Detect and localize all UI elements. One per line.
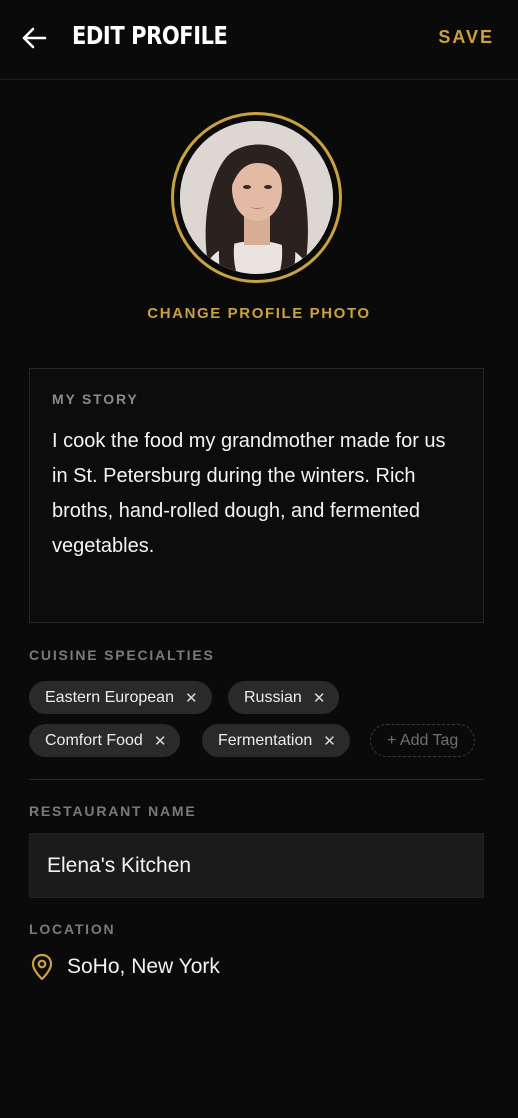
save-button[interactable]: SAVE — [438, 26, 494, 48]
restaurant-name-value: Elena's Kitchen — [47, 853, 192, 877]
tag-chip[interactable]: Eastern European ✕ — [29, 681, 212, 714]
remove-tag-icon[interactable]: ✕ — [313, 689, 326, 707]
remove-tag-icon[interactable]: ✕ — [154, 732, 167, 750]
story-text: I cook the food my grandmother made for … — [52, 430, 446, 557]
remove-tag-icon[interactable]: ✕ — [323, 732, 336, 750]
page-title: EDIT PROFILE — [72, 21, 228, 50]
tag-chip[interactable]: Russian ✕ — [228, 681, 340, 714]
tag-label: Russian — [244, 688, 302, 706]
story-label: MY STORY — [52, 391, 139, 407]
location-field[interactable]: SoHo, New York — [29, 950, 220, 984]
restaurant-name-label: RESTAURANT NAME — [29, 803, 197, 819]
cuisine-specialties-label: CUISINE SPECIALTIES — [29, 647, 215, 663]
change-profile-photo-link[interactable]: CHANGE PROFILE PHOTO — [0, 304, 518, 324]
story-textarea[interactable]: MY STORY I cook the food my grandmother … — [29, 368, 484, 623]
section-divider — [29, 779, 484, 780]
profile-photo-frame[interactable] — [171, 112, 342, 283]
add-tag-button[interactable]: + Add Tag — [370, 724, 476, 757]
back-arrow-icon[interactable] — [18, 22, 50, 54]
tag-label: Eastern European — [45, 688, 174, 706]
avatar[interactable] — [180, 121, 333, 274]
remove-tag-icon[interactable]: ✕ — [185, 689, 198, 707]
location-label: LOCATION — [29, 921, 116, 937]
location-value: SoHo, New York — [67, 955, 220, 978]
tag-chip[interactable]: Fermentation ✕ — [202, 724, 350, 757]
map-pin-icon — [29, 952, 55, 982]
top-app-bar: EDIT PROFILE SAVE — [0, 0, 518, 80]
tag-chip[interactable]: Comfort Food ✕ — [29, 724, 181, 757]
tag-label: Comfort Food — [45, 731, 143, 749]
tag-label: Fermentation — [218, 731, 313, 749]
restaurant-name-input[interactable]: Elena's Kitchen — [29, 833, 484, 898]
